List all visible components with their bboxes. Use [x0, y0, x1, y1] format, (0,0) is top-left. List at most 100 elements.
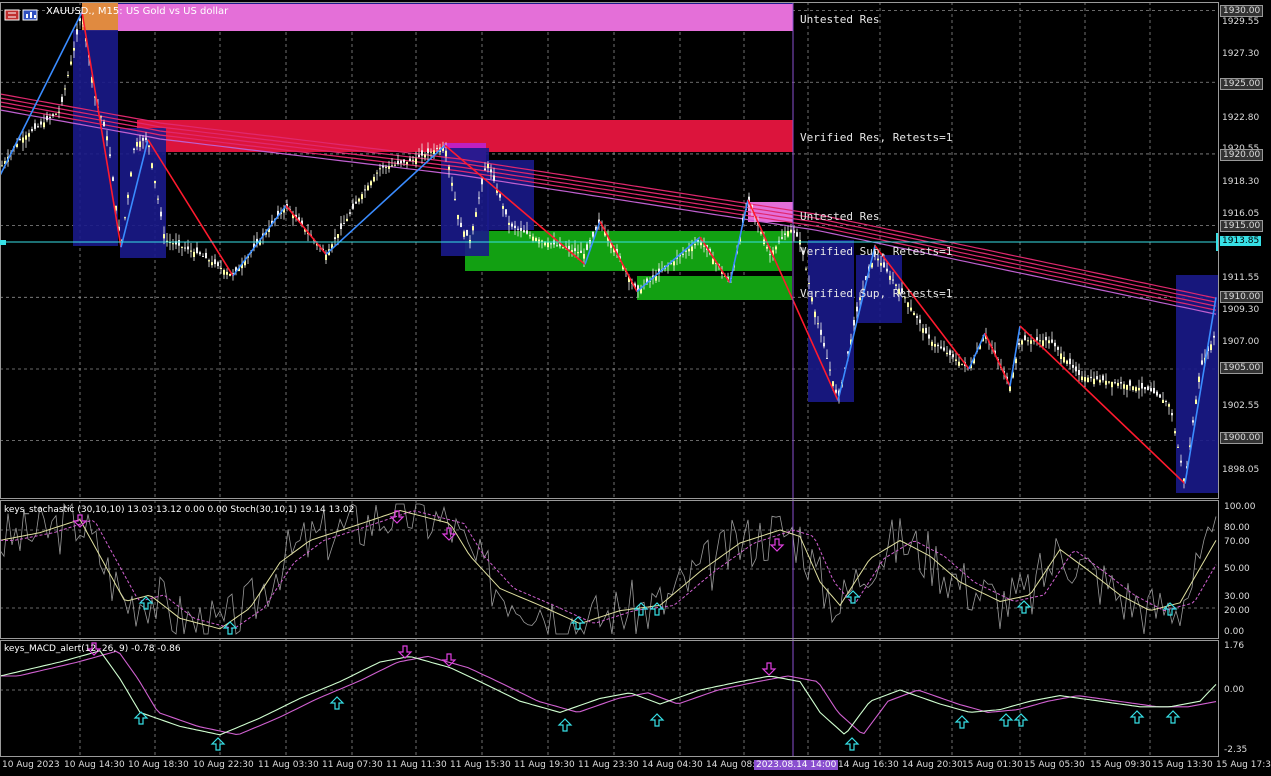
price-tick-label: 1909.30 — [1222, 305, 1260, 315]
candle-body — [832, 381, 834, 387]
time-tick-label: 11 Aug 23:30 — [578, 760, 639, 770]
candle-body — [529, 235, 531, 237]
candle-body — [1042, 340, 1044, 346]
candle-body — [1174, 431, 1176, 434]
zigzag-segment — [1009, 325, 1021, 387]
candle-body — [1177, 446, 1179, 448]
candle-body — [805, 268, 807, 270]
candle-body — [940, 346, 942, 349]
time-tick-label: 10 Aug 22:30 — [193, 760, 254, 770]
candle-body — [391, 165, 393, 167]
candle-body — [337, 234, 339, 238]
candle-body — [1054, 342, 1056, 347]
candle-body — [925, 327, 927, 334]
candle-body — [55, 113, 57, 115]
candle-body — [145, 137, 147, 141]
candle-body — [415, 158, 417, 164]
price-level-label: 1900.00 — [1220, 432, 1264, 444]
candle-body — [913, 312, 915, 316]
candle-body — [349, 212, 351, 214]
price-tick-label: 1902.55 — [1222, 401, 1260, 411]
candle-body — [1099, 379, 1101, 383]
candle-body — [64, 88, 66, 90]
candle-body — [787, 231, 789, 237]
candle-body — [424, 154, 426, 158]
candle-body — [769, 254, 771, 256]
candle-body — [583, 253, 585, 259]
candle-body — [196, 247, 198, 254]
candle-body — [1066, 360, 1068, 364]
candle-body — [1213, 335, 1215, 338]
chart-canvas[interactable] — [0, 0, 1271, 776]
arrow-up-icon — [1165, 710, 1181, 724]
candle-body — [931, 341, 933, 346]
price-tick-label: 1918.30 — [1222, 177, 1260, 187]
candle-body — [1093, 378, 1095, 385]
time-tick-label: 11 Aug 11:30 — [386, 760, 447, 770]
candle-body — [22, 137, 24, 143]
candle-body — [1069, 358, 1071, 365]
candle-body — [451, 182, 453, 186]
candle-body — [949, 350, 951, 356]
candle-body — [334, 237, 336, 240]
candle-body — [820, 329, 822, 335]
candle-body — [67, 74, 69, 76]
zigzag-segment — [0, 11, 83, 176]
fib-box — [1176, 275, 1218, 493]
bar-chart-icon[interactable] — [22, 9, 38, 21]
candle-body — [517, 228, 519, 230]
time-tick-label: 10 Aug 2023 — [2, 760, 60, 770]
stochastic-tick-label: 100.00 — [1224, 502, 1256, 512]
candle-body — [1153, 387, 1155, 394]
candle-body — [325, 254, 327, 261]
candle-body — [1126, 384, 1128, 390]
time-tick-label: 11 Aug 03:30 — [258, 760, 319, 770]
candle-body — [61, 96, 63, 102]
candle-body — [148, 145, 150, 148]
candle-body — [1063, 357, 1065, 363]
candle-body — [1045, 336, 1047, 341]
current-price-marker — [0, 240, 6, 245]
candle-body — [211, 262, 213, 266]
price-level-label: 1920.00 — [1220, 149, 1264, 161]
stochastic-tick-label: 50.00 — [1224, 564, 1250, 574]
candle-body — [379, 168, 381, 170]
price-tick-label: 1929.55 — [1222, 17, 1260, 27]
price-tick-label: 1898.05 — [1222, 465, 1260, 475]
chart-settings-icon[interactable] — [4, 9, 20, 21]
zigzag-segment — [1019, 325, 1186, 485]
candle-body — [958, 361, 960, 366]
candle-body — [955, 359, 957, 361]
price-level-label: 1925.00 — [1220, 78, 1264, 90]
macd-tick-label: 1.76 — [1224, 641, 1245, 651]
candle-body — [103, 121, 105, 127]
arrow-down-icon — [397, 645, 413, 659]
zone-label: Untested Res — [800, 13, 880, 26]
candle-body — [577, 252, 579, 254]
price-tick-label: 1907.00 — [1222, 337, 1260, 347]
toolbar-icons[interactable] — [4, 6, 40, 21]
panel-frames — [0, 2, 1219, 757]
candle-body — [490, 169, 492, 173]
candle-body — [481, 179, 483, 185]
candle-body — [520, 228, 522, 231]
candle-body — [208, 260, 210, 262]
candle-body — [580, 250, 582, 254]
candle-body — [1060, 353, 1062, 359]
candle-body — [346, 218, 348, 222]
candle-body — [1210, 344, 1212, 351]
zone-label: Verified Res, Retests=1 — [800, 131, 953, 144]
candle-body — [106, 136, 108, 141]
candle-body — [181, 246, 183, 248]
candle-body — [172, 243, 174, 245]
arrow-up-icon — [1013, 713, 1029, 727]
candle-body — [1087, 377, 1089, 383]
candle-body — [829, 369, 831, 371]
candle-body — [139, 141, 141, 148]
candle-body — [370, 181, 372, 186]
candle-body — [217, 262, 219, 267]
candle-body — [1150, 388, 1152, 392]
candle-body — [472, 226, 474, 231]
candle-body — [475, 212, 477, 217]
candle-body — [31, 129, 33, 132]
